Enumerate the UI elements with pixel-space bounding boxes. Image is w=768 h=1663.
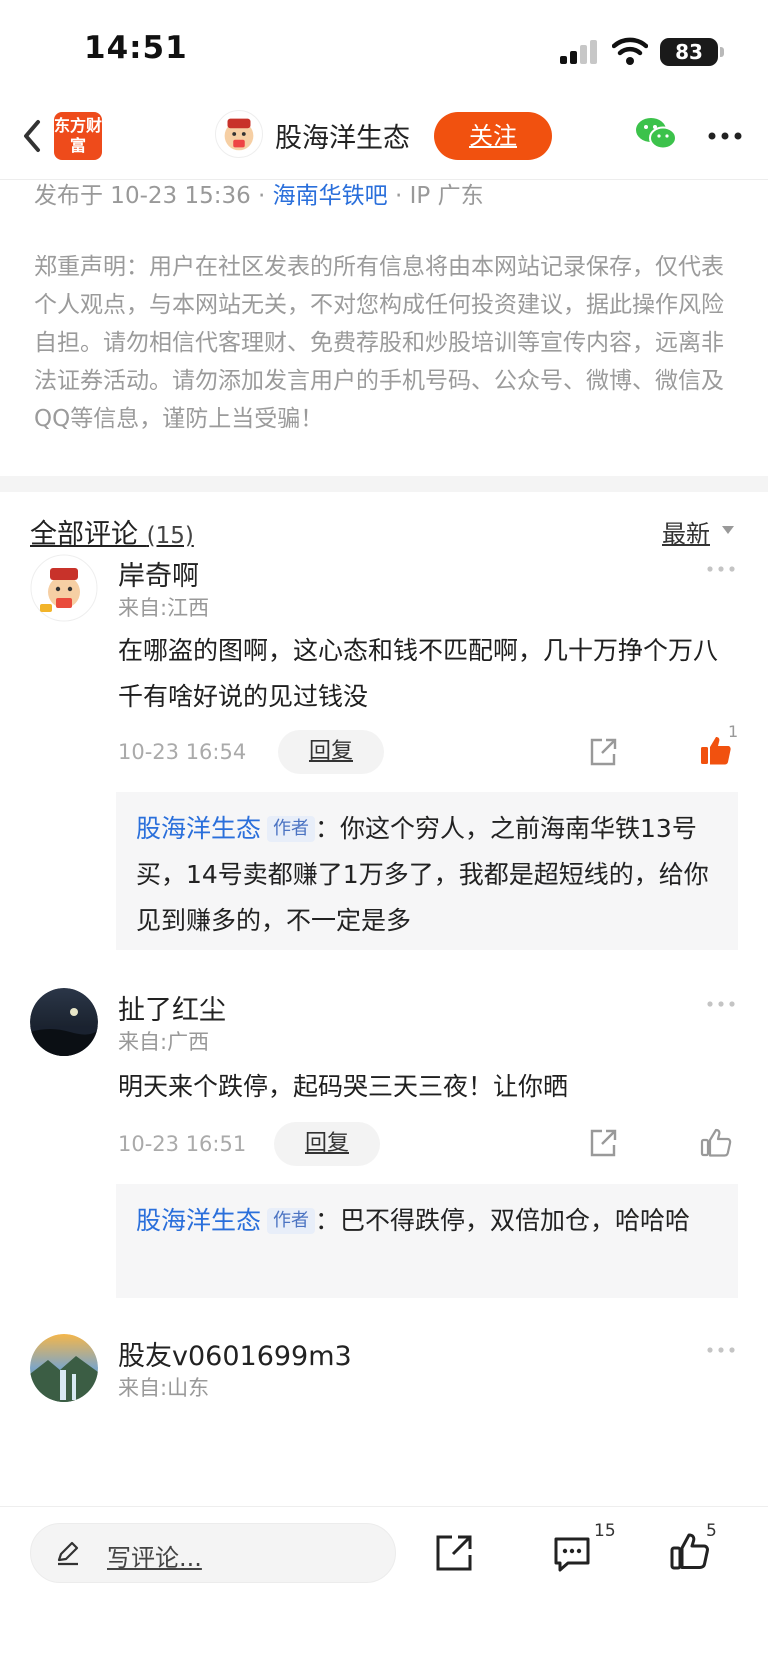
reply-text: ：巴不得跌停，双倍加仓，哈哈哈 — [315, 1206, 691, 1235]
author-badge: 作者 — [267, 1208, 316, 1234]
bottom-comment-count: 15 — [594, 1521, 616, 1541]
post-meta: 发布于 10-23 15:36 · 海南华铁吧 · IP 广东 — [34, 176, 484, 210]
comment-more-icon[interactable] — [706, 1346, 736, 1354]
more-options-icon[interactable] — [707, 130, 743, 142]
battery-indicator: 83 — [660, 38, 718, 66]
wifi-icon — [612, 37, 648, 65]
commenter-avatar[interactable] — [30, 1334, 98, 1402]
app-header: 东方财富 股海洋生态 关注 — [0, 100, 768, 180]
all-comments-tab[interactable]: 全部评论 (15) — [30, 512, 194, 551]
post-publish-time: 发布于 10-23 15:36 · — [34, 183, 273, 209]
all-comments-title: 全部评论 — [30, 519, 138, 550]
disclaimer-text: 郑重声明：用户在社区发表的所有信息将由本网站记录保存，仅代表个人观点，与本网站无… — [34, 254, 724, 432]
cellular-signal-icon — [560, 40, 597, 64]
bar-link[interactable]: 海南华铁吧 — [273, 183, 388, 209]
sort-dropdown[interactable]: 最新 — [662, 514, 710, 549]
commenter-avatar[interactable] — [30, 988, 98, 1056]
like-icon[interactable] — [670, 1531, 710, 1571]
author-avatar[interactable] — [215, 110, 263, 158]
status-bar: 14:51 83 — [0, 0, 768, 100]
bottom-like-count: 5 — [706, 1521, 717, 1541]
wechat-share-icon[interactable] — [634, 116, 678, 152]
commenter-avatar[interactable] — [30, 554, 98, 622]
app-logo[interactable]: 东方财富 — [54, 112, 102, 160]
pencil-icon — [57, 1541, 79, 1566]
reply-author-name[interactable]: 股海洋生态 — [136, 1206, 261, 1235]
comment-more-icon[interactable] — [706, 565, 736, 573]
share-icon[interactable] — [434, 1533, 474, 1573]
commenter-name[interactable]: 股友v0601699m3 — [118, 1334, 352, 1373]
commenter-location: 来自:广西 — [118, 1030, 210, 1054]
battery-tip — [720, 47, 724, 57]
status-time: 14:51 — [84, 30, 188, 66]
commenter-name[interactable]: 岸奇啊 — [118, 554, 199, 593]
reply-button[interactable]: 回复 — [274, 1122, 380, 1166]
comment-text: 明天来个跌停，起码哭三天三夜！让你晒 — [118, 1072, 569, 1101]
share-icon[interactable] — [588, 1128, 618, 1158]
back-icon[interactable] — [14, 114, 54, 158]
comment-time: 10-23 16:51 — [118, 1132, 247, 1156]
sort-arrow-icon[interactable] — [722, 526, 734, 534]
comment-count: (15) — [146, 523, 194, 549]
post-ip-location: · IP 广东 — [387, 183, 484, 209]
comment-input[interactable]: 写评论... — [30, 1523, 396, 1583]
comment-icon[interactable] — [552, 1535, 592, 1573]
comment-time: 10-23 16:54 — [118, 740, 247, 764]
commenter-location: 来自:山东 — [118, 1376, 210, 1400]
author-reply[interactable]: 股海洋生态 作者 ：巴不得跌停，双倍加仓，哈哈哈 — [116, 1184, 738, 1298]
share-icon[interactable] — [588, 737, 618, 767]
comment-text: 在哪盗的图啊，这心态和钱不匹配啊，几十万挣个万八千有啥好说的见过钱没 — [118, 636, 719, 711]
follow-button[interactable]: 关注 — [434, 112, 552, 160]
author-reply[interactable]: 股海洋生态 作者 ：你这个穷人，之前海南华铁13号买，14号卖都赚了1万多了，我都是… — [116, 792, 738, 950]
commenter-name[interactable]: 扯了红尘 — [118, 988, 226, 1027]
comment-like-count: 1 — [728, 722, 739, 741]
section-divider — [0, 476, 768, 492]
commenter-location: 来自:江西 — [118, 596, 210, 620]
page-title: 股海洋生态 — [275, 123, 410, 154]
like-icon[interactable] — [700, 1126, 732, 1158]
reply-button[interactable]: 回复 — [278, 730, 384, 774]
reply-author-name[interactable]: 股海洋生态 — [136, 814, 261, 843]
comment-input-placeholder: 写评论... — [107, 1544, 202, 1572]
comment-more-icon[interactable] — [706, 1000, 736, 1008]
author-badge: 作者 — [267, 816, 316, 842]
bottom-action-bar: 写评论... 15 5 — [0, 1506, 768, 1663]
